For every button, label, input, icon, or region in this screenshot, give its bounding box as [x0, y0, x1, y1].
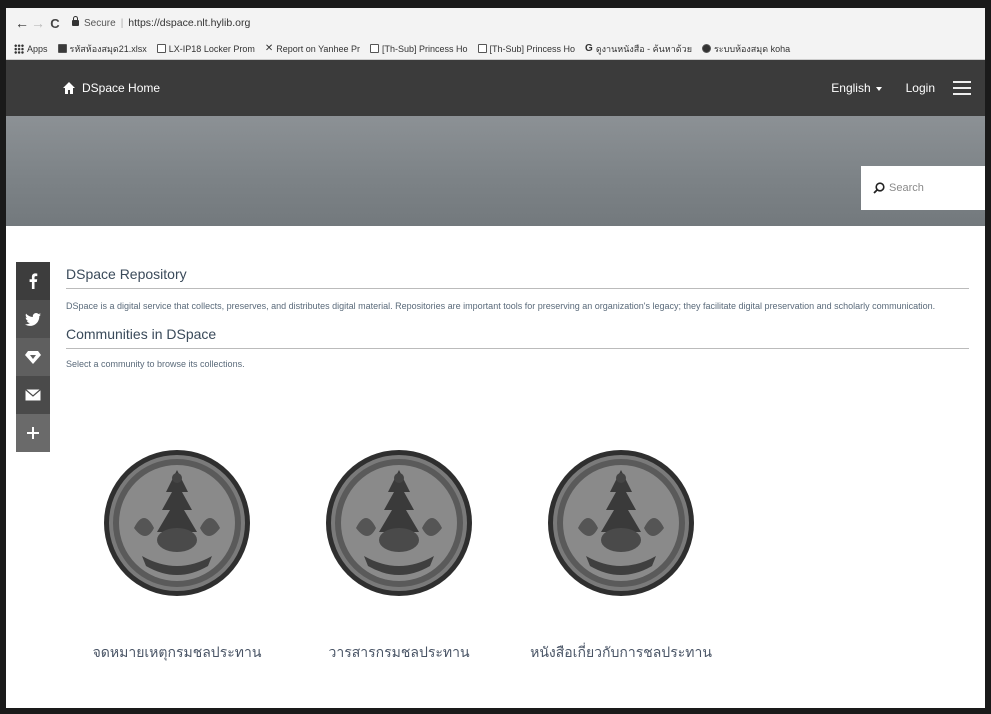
secure-indicator[interactable]: Secure	[72, 16, 116, 29]
search-button[interactable]: Search	[861, 166, 985, 210]
doc-icon	[477, 44, 487, 53]
bookmark-item[interactable]: ✕ Report on Yanhee Pr	[265, 44, 360, 54]
back-icon[interactable]: ←	[14, 15, 30, 31]
google-icon: G	[585, 43, 593, 54]
doc-icon	[369, 44, 379, 53]
login-link[interactable]: Login	[906, 81, 935, 95]
repository-heading: DSpace Repository	[66, 266, 969, 289]
bookmark-item[interactable]: รหัสห้องสมุด21.xlsx	[57, 42, 147, 56]
communities-heading: Communities in DSpace	[66, 326, 969, 349]
doc-icon	[156, 44, 166, 53]
more-share-button[interactable]	[16, 414, 50, 452]
bookmark-apps[interactable]: Apps	[14, 43, 48, 54]
seal-logo-icon	[104, 450, 250, 596]
share-sidebar	[16, 262, 50, 452]
bookmark-label: ดูงานหนังสือ - ค้นหาด้วย	[595, 43, 692, 54]
bookmark-label: Apps	[27, 43, 48, 54]
lock-icon	[72, 16, 79, 26]
search-icon	[873, 182, 885, 194]
browser-window: ← → C Secure | https://dspace.nlt.hylib.…	[0, 0, 991, 714]
community-label[interactable]: วารสารกรมชลประทาน	[328, 642, 469, 664]
globe-icon	[701, 44, 711, 53]
google-plus-icon	[25, 351, 41, 364]
address-bar-row: ← → C Secure | https://dspace.nlt.hylib.…	[6, 8, 985, 38]
home-icon[interactable]	[62, 81, 76, 95]
community-label[interactable]: หนังสือเกี่ยวกับการชลประทาน	[530, 642, 712, 664]
facebook-share-button[interactable]	[16, 262, 50, 300]
sheet-icon	[57, 44, 67, 53]
google-plus-share-button[interactable]	[16, 338, 50, 376]
bookmark-label: LX-IP18 Locker Prom	[168, 43, 255, 54]
bookmark-item[interactable]: ระบบห้องสมุด koha	[701, 42, 791, 56]
community-tile[interactable]: วารสารกรมชลประทาน	[288, 448, 510, 664]
home-link[interactable]: DSpace Home	[82, 81, 160, 95]
main-content: DSpace Repository DSpace is a digital se…	[66, 266, 969, 369]
bookmark-label: Report on Yanhee Pr	[276, 43, 360, 54]
bookmark-item[interactable]: [Th-Sub] Princess Ho	[477, 43, 576, 54]
community-tile[interactable]: จดหมายเหตุกรมชลประทาน	[66, 448, 288, 664]
community-tile[interactable]: หนังสือเกี่ยวกับการชลประทาน	[510, 448, 732, 664]
email-share-button[interactable]	[16, 376, 50, 414]
language-dropdown[interactable]: English	[831, 81, 882, 95]
bookmark-item[interactable]: LX-IP18 Locker Prom	[156, 43, 255, 54]
forward-icon[interactable]: →	[30, 15, 46, 31]
grid-icon	[14, 43, 24, 54]
url-field[interactable]: https://dspace.nlt.hylib.org	[128, 17, 250, 29]
community-list: จดหมายเหตุกรมชลประทาน วารสารกรมชลประทาน	[66, 448, 732, 664]
bookmark-label: [Th-Sub] Princess Ho	[381, 43, 468, 54]
communities-hint: Select a community to browse its collect…	[66, 359, 245, 369]
plus-icon	[27, 427, 39, 439]
bookmark-label: รหัสห้องสมุด21.xlsx	[69, 43, 147, 54]
address-divider: |	[120, 17, 124, 29]
page-banner: Search	[6, 116, 985, 226]
caret-down-icon	[875, 86, 882, 91]
email-icon	[25, 389, 41, 401]
bookmarks-bar: Apps รหัสห้องสมุด21.xlsx LX-IP18 Locker …	[6, 38, 985, 60]
search-label: Search	[889, 182, 924, 194]
reload-icon[interactable]: C	[46, 16, 64, 31]
community-label[interactable]: จดหมายเหตุกรมชลประทาน	[93, 642, 262, 664]
twitter-icon	[25, 312, 41, 326]
bookmark-label: [Th-Sub] Princess Ho	[489, 43, 576, 54]
bookmark-item[interactable]: G ดูงานหนังสือ - ค้นหาด้วย	[585, 42, 692, 56]
repository-intro: DSpace is a digital service that collect…	[66, 301, 936, 311]
language-label: English	[831, 81, 871, 95]
x-icon: ✕	[264, 43, 274, 54]
bookmark-label: ระบบห้องสมุด koha	[713, 43, 791, 54]
secure-label: Secure	[84, 17, 116, 29]
dspace-navbar: DSpace Home English Login	[6, 60, 985, 116]
navbar-right: English Login	[831, 81, 971, 95]
hamburger-menu-icon[interactable]	[953, 81, 971, 95]
facebook-icon	[29, 273, 38, 289]
bookmark-item[interactable]: [Th-Sub] Princess Ho	[369, 43, 468, 54]
seal-logo-icon	[548, 450, 694, 596]
seal-logo-icon	[326, 450, 472, 596]
twitter-share-button[interactable]	[16, 300, 50, 338]
